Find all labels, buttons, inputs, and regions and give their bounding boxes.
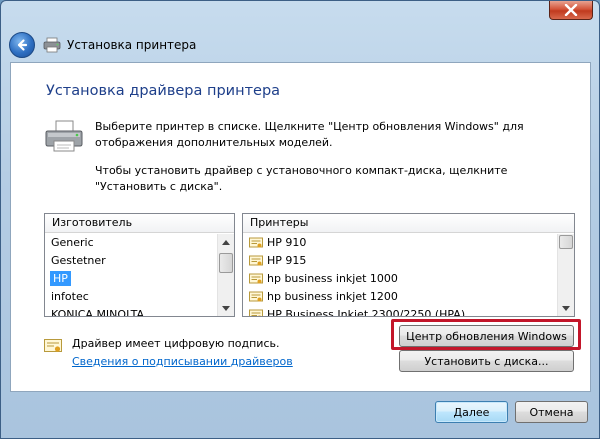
next-button[interactable]: Далее bbox=[435, 401, 508, 423]
back-arrow-icon bbox=[17, 39, 28, 51]
printer-icon bbox=[45, 120, 83, 152]
windows-update-button[interactable]: Центр обновления Windows bbox=[399, 325, 574, 347]
printer-item[interactable]: HP Business Inkjet 2300/2250 (HPA) bbox=[243, 306, 557, 316]
printer-list[interactable]: Принтеры HP 910 HP 915 hp business inkje… bbox=[242, 213, 575, 317]
manufacturer-item[interactable]: KONICA MINOLTA bbox=[45, 306, 217, 316]
description-disk: Чтобы установить драйвер с установочного… bbox=[95, 164, 508, 193]
scroll-down-arrow-icon[interactable] bbox=[558, 300, 574, 316]
printer-column-header[interactable]: Принтеры bbox=[243, 214, 574, 233]
certificate-icon bbox=[249, 237, 263, 248]
certificate-icon bbox=[249, 309, 263, 316]
window-title: Установка принтера bbox=[67, 38, 197, 52]
content-panel: Установка драйвера принтера Выберите при… bbox=[10, 62, 591, 392]
cancel-button[interactable]: Отмена bbox=[515, 401, 588, 423]
scroll-up-arrow-icon[interactable] bbox=[218, 234, 234, 250]
printer-icon bbox=[43, 37, 61, 53]
scroll-thumb[interactable] bbox=[219, 253, 233, 273]
printer-scrollbar[interactable] bbox=[557, 234, 574, 316]
manufacturer-scrollbar[interactable] bbox=[217, 234, 234, 316]
manufacturer-column-header[interactable]: Изготовитель bbox=[45, 214, 234, 233]
manufacturer-list[interactable]: Изготовитель Generic Gestetner HP infote… bbox=[44, 213, 235, 317]
printer-item[interactable]: hp business inkjet 1000 bbox=[243, 270, 557, 288]
printer-item[interactable]: hp business inkjet 1200 bbox=[243, 288, 557, 306]
certificate-icon bbox=[249, 291, 263, 302]
manufacturer-item[interactable]: infotec bbox=[45, 288, 217, 306]
title-bar: Установка принтера bbox=[5, 29, 565, 61]
close-icon bbox=[564, 4, 578, 16]
scroll-down-arrow-icon[interactable] bbox=[218, 300, 234, 316]
page-heading: Установка драйвера принтера bbox=[46, 83, 281, 99]
back-button[interactable] bbox=[9, 32, 35, 58]
have-disk-button[interactable]: Установить с диска... bbox=[399, 350, 574, 372]
manufacturer-item-selected[interactable]: HP bbox=[45, 270, 217, 288]
signature-status: Драйвер имеет цифровую подпись. bbox=[72, 337, 280, 350]
certificate-icon bbox=[249, 255, 263, 266]
manufacturer-item[interactable]: Gestetner bbox=[45, 252, 217, 270]
printer-item[interactable]: HP 910 bbox=[243, 234, 557, 252]
close-button[interactable] bbox=[549, 1, 593, 20]
printer-item[interactable]: HP 915 bbox=[243, 252, 557, 270]
installer-window: Установка принтера Установка драйвера пр… bbox=[0, 0, 600, 439]
manufacturer-item[interactable]: Generic bbox=[45, 234, 217, 252]
scroll-thumb[interactable] bbox=[559, 235, 573, 249]
certificate-icon bbox=[249, 273, 263, 284]
certificate-icon bbox=[44, 339, 62, 352]
description-select: Выберите принтер в списке. Щелкните "Цен… bbox=[95, 120, 524, 149]
driver-signing-link[interactable]: Сведения о подписывании драйверов bbox=[72, 355, 293, 368]
